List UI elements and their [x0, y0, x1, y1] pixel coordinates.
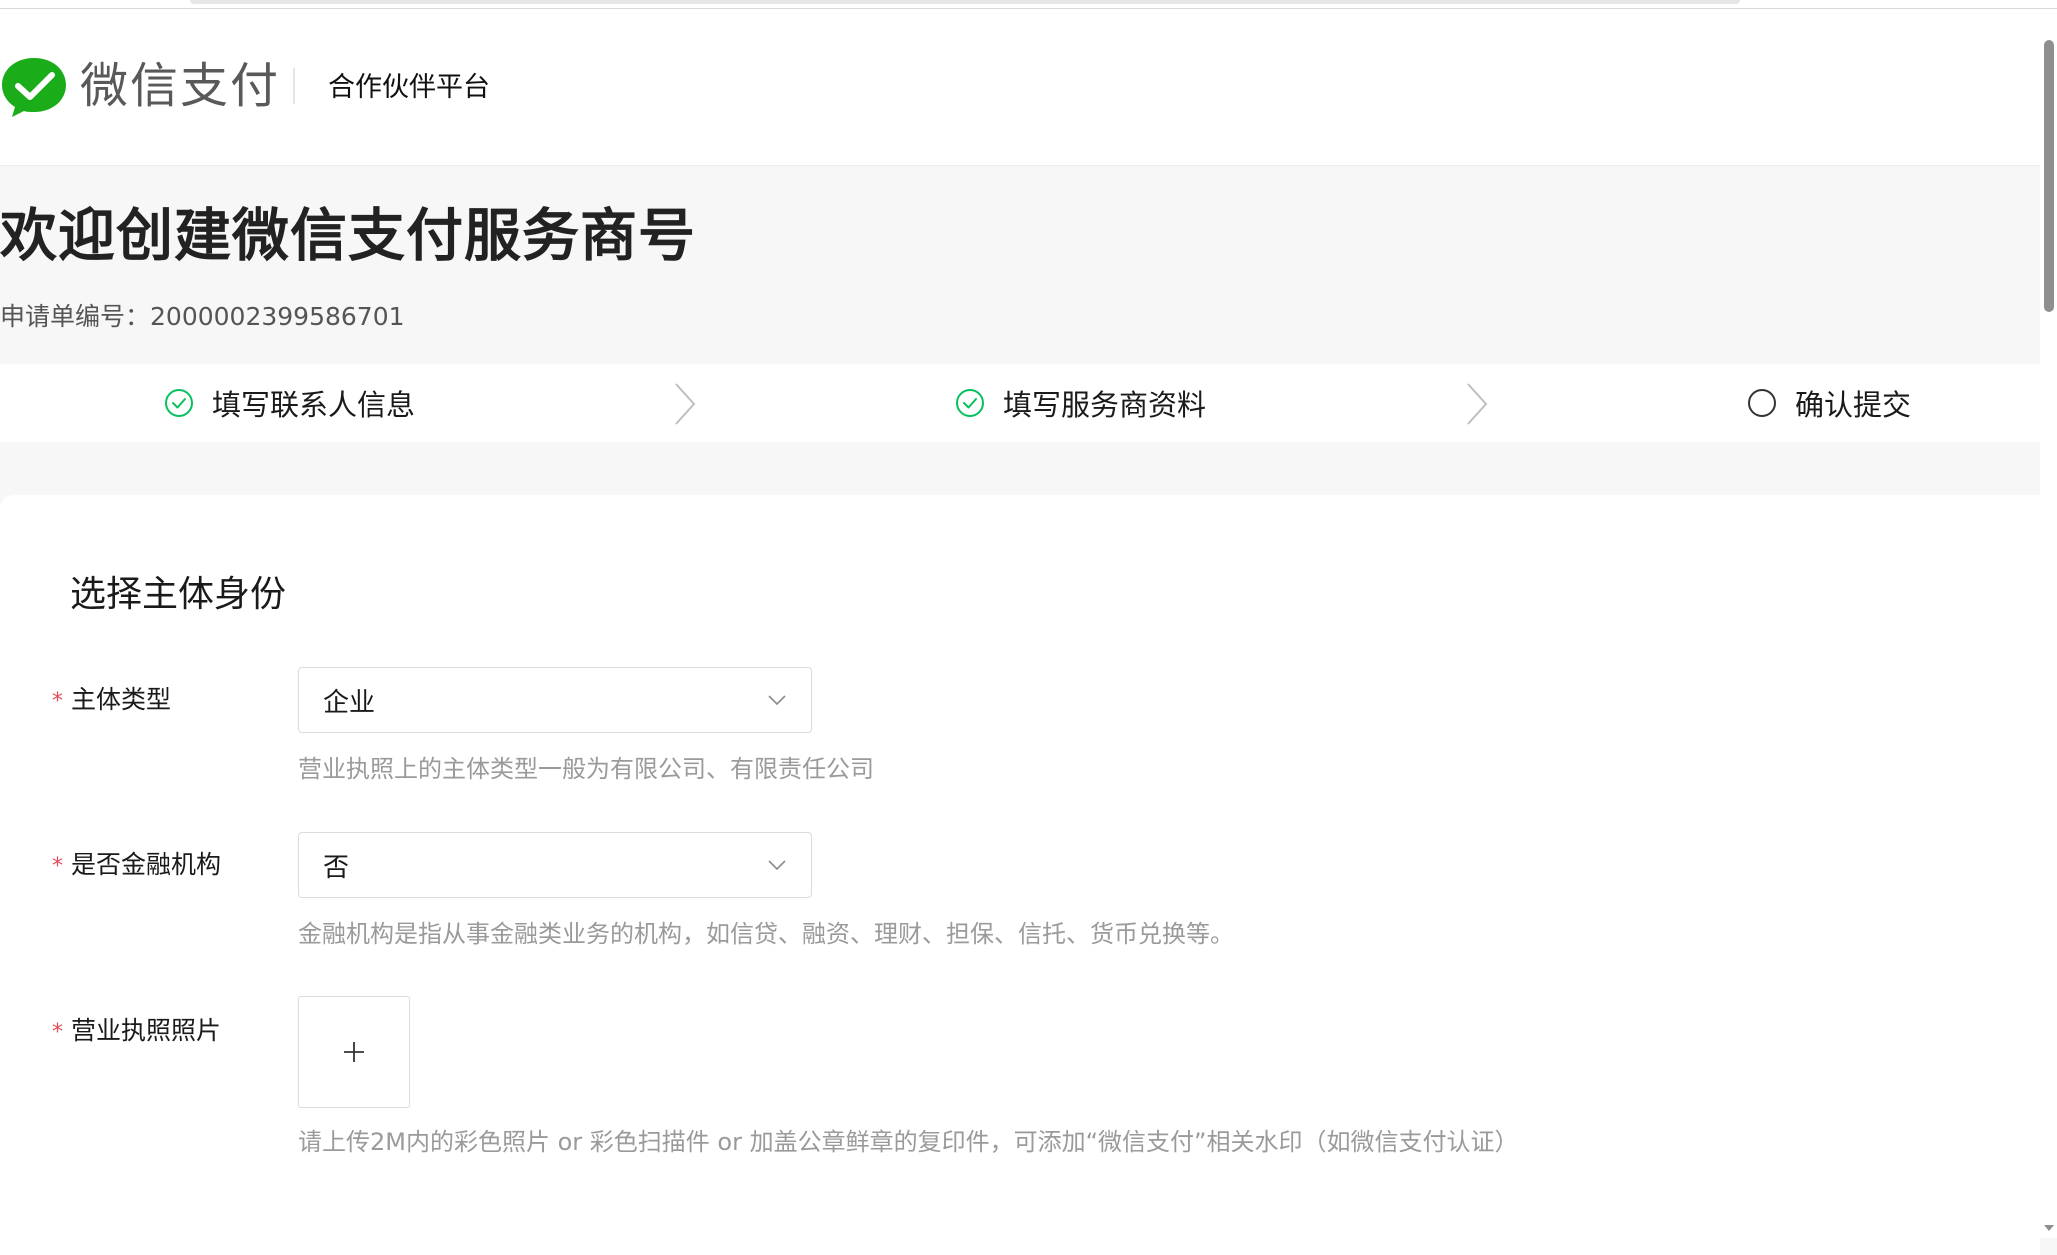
entity-type-select[interactable]: 企业 [298, 667, 812, 733]
platform-name: 合作伙伴平台 [328, 72, 490, 103]
business-license-upload-button[interactable] [298, 996, 410, 1108]
business-license-hint: 请上传2M内的彩色照片 or 彩色扫描件 or 加盖公章鲜章的复印件，可添加“微… [298, 1128, 1519, 1156]
logo-text[interactable]: 微信支付 [80, 54, 280, 118]
step-label: 确认提交 [1795, 388, 1912, 422]
entity-type-label: * 主体类型 [52, 685, 172, 714]
application-number-label: 申请单编号： [0, 302, 151, 331]
chevron-down-icon [768, 695, 786, 706]
step-label: 填写服务商资料 [1003, 388, 1207, 422]
entity-type-value: 企业 [323, 687, 376, 718]
logo-divider [293, 68, 295, 104]
check-circle-icon [956, 389, 984, 417]
empty-circle-icon [1748, 389, 1776, 417]
step-provider-info: 填写服务商资料 [955, 364, 1206, 442]
entity-type-hint: 营业执照上的主体类型一般为有限公司、有限责任公司 [298, 755, 874, 783]
top-header [0, 9, 2040, 166]
wechat-pay-logo-icon[interactable] [0, 56, 68, 118]
step-label: 填写联系人信息 [212, 388, 416, 422]
chevron-right-icon [675, 383, 696, 425]
step-contact-info: 填写联系人信息 [164, 364, 415, 442]
financial-institution-value: 否 [323, 852, 350, 883]
check-circle-icon [165, 389, 193, 417]
scroll-down-arrow-icon[interactable] [2043, 1222, 2055, 1234]
required-mark: * [52, 689, 63, 714]
business-license-label: * 营业执照照片 [52, 1016, 222, 1045]
chevron-right-icon [1467, 383, 1488, 425]
step-confirm-submit: 确认提交 [1747, 364, 1911, 442]
financial-institution-hint: 金融机构是指从事金融类业务的机构，如信贷、融资、理财、担保、信托、货币兑换等。 [298, 920, 1234, 948]
financial-institution-label: * 是否金融机构 [52, 850, 222, 879]
plus-icon [344, 1042, 364, 1062]
chevron-down-icon [768, 860, 786, 871]
application-number: 申请单编号：2000002399586701 [0, 300, 405, 334]
page-title: 欢迎创建微信支付服务商号 [0, 203, 696, 269]
section-title: 选择主体身份 [70, 574, 287, 615]
application-number-value: 2000002399586701 [150, 302, 405, 331]
progress-steps: 填写联系人信息 填写服务商资料 确认提交 [0, 364, 2040, 442]
required-mark: * [52, 854, 63, 879]
required-mark: * [52, 1020, 63, 1045]
financial-institution-select[interactable]: 否 [298, 832, 812, 898]
browser-address-bar-edge [190, 0, 1740, 4]
scrollbar-thumb[interactable] [2044, 40, 2054, 312]
